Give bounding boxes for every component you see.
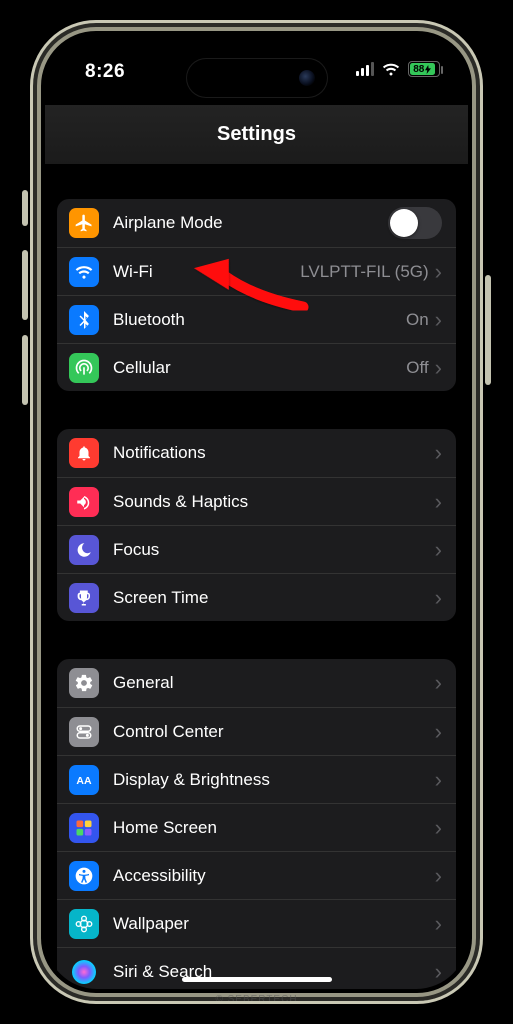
page-title: Settings (45, 105, 468, 165)
battery-percent: 88 (413, 64, 424, 75)
gear-icon (69, 668, 99, 698)
home-screen-icon (69, 813, 99, 843)
row-label: Home Screen (113, 818, 435, 838)
chevron-right-icon: › (435, 261, 442, 283)
settings-group: Airplane ModeWi-FiLVLPTT-FIL (5G)›Blueto… (57, 199, 456, 391)
status-indicators: 88 (356, 61, 440, 77)
chevron-right-icon: › (435, 865, 442, 887)
row-label: Focus (113, 540, 435, 560)
settings-row-accessibility[interactable]: Accessibility› (57, 851, 456, 899)
row-value: Off (406, 358, 428, 378)
cellular-signal-icon (356, 62, 374, 76)
chevron-right-icon: › (435, 672, 442, 694)
row-label: Wi-Fi (113, 262, 300, 282)
row-label: Airplane Mode (113, 213, 388, 233)
settings-row-screen-time[interactable]: Screen Time› (57, 573, 456, 621)
settings-row-airplane-mode[interactable]: Airplane Mode (57, 199, 456, 247)
screen-time-icon (69, 583, 99, 613)
chevron-right-icon: › (435, 769, 442, 791)
row-label: Wallpaper (113, 914, 435, 934)
control-center-icon (69, 717, 99, 747)
device-screen: 8:26 88 Settings Airplane Mode Wi-FiLVLPT… (45, 35, 468, 989)
row-label: Screen Time (113, 588, 435, 608)
sounds-icon (69, 487, 99, 517)
bluetooth-icon (69, 305, 99, 335)
row-label: Display & Brightness (113, 770, 435, 790)
airplane-icon (69, 208, 99, 238)
settings-group: Notifications›Sounds & Haptics›Focus›Scr… (57, 429, 456, 621)
chevron-right-icon: › (435, 913, 442, 935)
notifications-icon (69, 438, 99, 468)
row-label: Sounds & Haptics (113, 492, 435, 512)
ringer-switch (22, 190, 28, 226)
settings-row-general[interactable]: General› (57, 659, 456, 707)
chevron-right-icon: › (435, 817, 442, 839)
siri-icon (69, 957, 99, 987)
device-frame: 8:26 88 Settings Airplane Mode Wi-FiLVLPT… (30, 20, 483, 1004)
wallpaper-icon (69, 909, 99, 939)
battery-indicator: 88 (408, 61, 440, 77)
row-label: General (113, 673, 435, 693)
chevron-right-icon: › (435, 491, 442, 513)
svg-text:AA: AA (76, 774, 92, 786)
wifi-icon (69, 257, 99, 287)
settings-row-control-center[interactable]: Control Center› (57, 707, 456, 755)
accessibility-icon (69, 861, 99, 891)
row-label: Accessibility (113, 866, 435, 886)
row-label: Control Center (113, 722, 435, 742)
settings-group: General›Control Center›AADisplay & Brigh… (57, 659, 456, 989)
chevron-right-icon: › (435, 357, 442, 379)
settings-row-notifications[interactable]: Notifications› (57, 429, 456, 477)
display-icon: AA (69, 765, 99, 795)
chevron-right-icon: › (435, 309, 442, 331)
home-indicator[interactable] (182, 977, 332, 982)
chevron-right-icon: › (435, 442, 442, 464)
settings-row-sounds-haptics[interactable]: Sounds & Haptics› (57, 477, 456, 525)
status-bar: 8:26 88 (45, 35, 468, 105)
volume-up-button (22, 250, 28, 320)
row-value: On (406, 310, 429, 330)
settings-row-siri-search[interactable]: Siri & Search› (57, 947, 456, 989)
chevron-right-icon: › (435, 961, 442, 983)
settings-row-wi-fi[interactable]: Wi-FiLVLPTT-FIL (5G) › (57, 247, 456, 295)
chevron-right-icon: › (435, 539, 442, 561)
side-button (485, 275, 491, 385)
chevron-right-icon: › (435, 721, 442, 743)
chevron-right-icon: › (435, 587, 442, 609)
status-clock: 8:26 (85, 61, 125, 83)
settings-row-cellular[interactable]: CellularOff › (57, 343, 456, 391)
focus-icon (69, 535, 99, 565)
watermark: © SEBERTECH (215, 994, 297, 1004)
settings-row-wallpaper[interactable]: Wallpaper› (57, 899, 456, 947)
wifi-status-icon (382, 63, 400, 76)
row-value: LVLPTT-FIL (5G) (300, 262, 428, 282)
toggle-switch[interactable] (388, 207, 442, 239)
settings-row-bluetooth[interactable]: BluetoothOn › (57, 295, 456, 343)
row-label: Cellular (113, 358, 406, 378)
settings-row-home-screen[interactable]: Home Screen› (57, 803, 456, 851)
settings-content[interactable]: Airplane ModeWi-FiLVLPTT-FIL (5G)›Blueto… (45, 165, 468, 989)
cellular-icon (69, 353, 99, 383)
row-label: Bluetooth (113, 310, 406, 330)
row-label: Notifications (113, 443, 435, 463)
settings-row-display-brightness[interactable]: AA Display & Brightness› (57, 755, 456, 803)
volume-down-button (22, 335, 28, 405)
settings-row-focus[interactable]: Focus› (57, 525, 456, 573)
